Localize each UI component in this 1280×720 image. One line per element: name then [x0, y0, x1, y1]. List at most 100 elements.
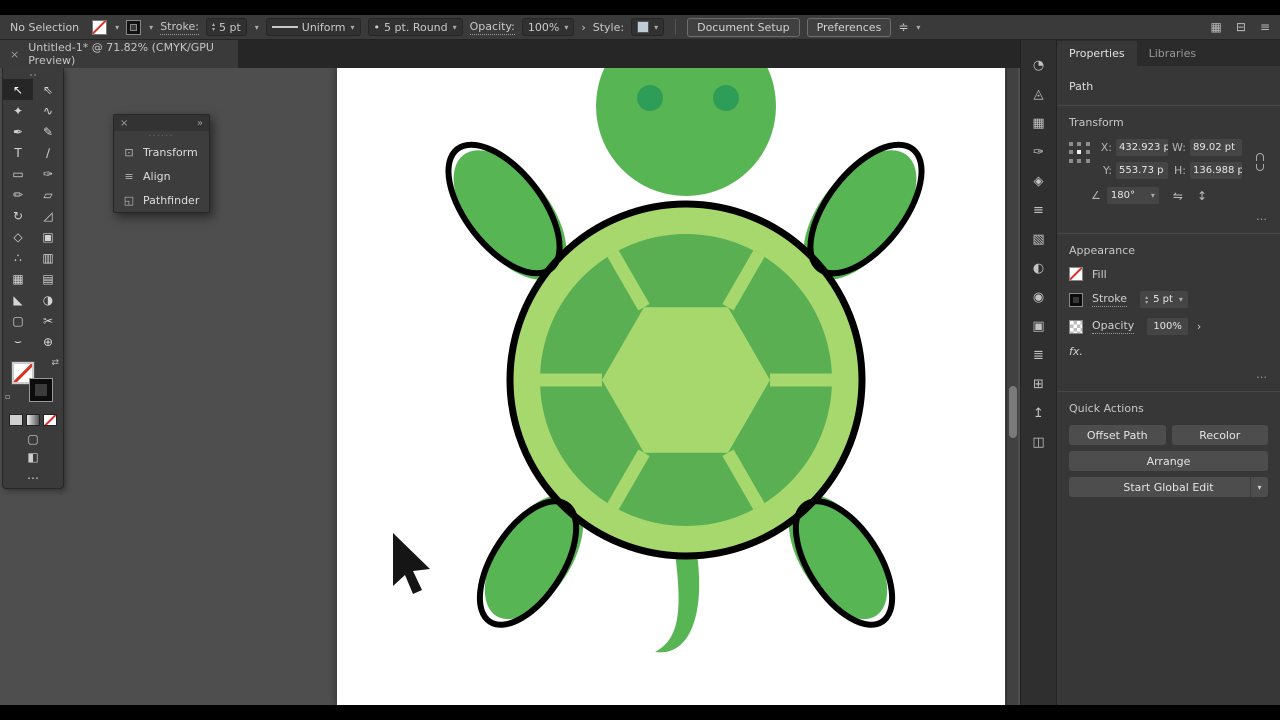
gradient-tool[interactable]: ▤	[33, 268, 63, 289]
recolor-button[interactable]: Recolor	[1171, 425, 1268, 445]
curvature-tool[interactable]: ✎	[33, 121, 63, 142]
workspace-menu-icon[interactable]: ≡	[1260, 20, 1270, 34]
flip-vertical-icon[interactable]: ↕	[1197, 189, 1207, 203]
gradient-panel-icon[interactable]: ▧	[1028, 230, 1050, 248]
panel-item-pathfinder[interactable]: ◱ Pathfinder	[114, 188, 209, 212]
turtle-artwork[interactable]	[337, 68, 1005, 705]
appearance-more-options-icon[interactable]: …	[1069, 368, 1268, 381]
opacity-label[interactable]: Opacity:	[469, 20, 515, 35]
swap-fill-stroke-icon[interactable]: ⇄	[51, 358, 59, 368]
layers-panel-icon[interactable]: ≣	[1028, 346, 1050, 364]
magic-wand-tool[interactable]: ✦	[3, 100, 33, 121]
opacity-select[interactable]: 100%	[1147, 318, 1188, 335]
symbols-panel-icon[interactable]: ◈	[1028, 172, 1050, 190]
graphic-styles-panel-icon[interactable]: ▣	[1028, 317, 1050, 335]
asset-export-panel-icon[interactable]: ↥	[1028, 404, 1050, 422]
screen-mode-icon[interactable]: ◧	[3, 448, 63, 466]
offset-path-button[interactable]: Offset Path	[1069, 425, 1166, 445]
chevron-down-icon[interactable]: ▾	[916, 23, 920, 32]
direct-selection-tool[interactable]: ⇖	[33, 79, 63, 100]
panel-item-align[interactable]: ≡ Align	[114, 164, 209, 188]
reference-point-locator[interactable]	[1069, 142, 1091, 164]
draw-mode-icon[interactable]: ▢	[3, 430, 63, 448]
close-icon[interactable]: ×	[10, 48, 19, 61]
opacity-more-icon[interactable]: ›	[1197, 320, 1201, 333]
eyedropper-tool[interactable]: ◣	[3, 289, 33, 310]
symbol-sprayer-tool[interactable]: ∴	[3, 247, 33, 268]
opacity-link[interactable]: Opacity	[1092, 319, 1135, 334]
panel-item-transform[interactable]: ⊡ Transform	[114, 140, 209, 164]
grid-view-icon[interactable]: ▦	[1211, 20, 1222, 34]
rotate-tool[interactable]: ↻	[3, 205, 33, 226]
color-guide-panel-icon[interactable]: ◬	[1028, 85, 1050, 103]
document-tab[interactable]: × Untitled-1* @ 71.82% (CMYK/GPU Preview…	[0, 40, 238, 68]
y-input[interactable]: 553.73 p	[1116, 162, 1168, 179]
arrange-button[interactable]: Arrange	[1069, 451, 1268, 471]
graph-tool[interactable]: ▥	[33, 247, 63, 268]
preferences-button[interactable]: Preferences	[806, 17, 892, 37]
h-input[interactable]: 136.988 p	[1190, 162, 1242, 179]
gradient-button[interactable]	[26, 414, 40, 426]
transparency-panel-icon[interactable]: ◐	[1028, 259, 1050, 277]
stepper-arrows-icon[interactable]: ▴ ▾	[212, 22, 215, 33]
stroke-label[interactable]: Stroke:	[160, 20, 199, 35]
color-button[interactable]	[9, 414, 23, 426]
stroke-width-stepper[interactable]: ▴ ▾ 5 pt	[205, 18, 247, 36]
style-select[interactable]: ▾	[631, 18, 665, 36]
opacity-more-icon[interactable]: ›	[581, 21, 585, 34]
color-panel-icon[interactable]: ◔	[1028, 56, 1050, 74]
panel-drag-dots[interactable]: ······	[114, 131, 209, 140]
stroke-link[interactable]: Stroke	[1092, 292, 1128, 307]
default-fill-stroke-icon[interactable]: ▫	[5, 392, 10, 401]
mesh-tool[interactable]: ▦	[3, 268, 33, 289]
pencil-tool[interactable]: ✏	[3, 184, 33, 205]
scrollbar-thumb[interactable]	[1009, 386, 1017, 438]
free-transform-tool[interactable]: ▣	[33, 226, 63, 247]
constrain-proportions-icon[interactable]	[1256, 153, 1264, 171]
shaper-tool[interactable]: ▱	[33, 184, 63, 205]
brush-definition-select[interactable]: • 5 pt. Round ▾	[367, 18, 463, 36]
chevron-down-icon[interactable]: ▾	[149, 23, 153, 32]
stroke-indicator[interactable]	[30, 379, 52, 401]
align-options-icon[interactable]: ≑	[898, 20, 908, 34]
appearance-fill-swatch[interactable]	[1069, 267, 1083, 281]
expand-panel-icon[interactable]: »	[197, 118, 203, 129]
lasso-tool[interactable]: ∿	[33, 100, 63, 121]
blend-tool[interactable]: ◑	[33, 289, 63, 310]
w-input[interactable]: 89.02 pt	[1190, 139, 1242, 156]
brushes-panel-icon[interactable]: ✑	[1028, 143, 1050, 161]
line-segment-tool[interactable]: ∕	[33, 142, 63, 163]
stroke-panel-icon[interactable]: ≡	[1028, 201, 1050, 219]
edit-toolbar-icon[interactable]: …	[3, 466, 63, 484]
pen-tool[interactable]: ✒	[3, 121, 33, 142]
toolbar-drag-handle[interactable]	[3, 71, 63, 79]
stepper-arrows-icon[interactable]: ▴ ▾	[1145, 294, 1148, 305]
chevron-down-icon[interactable]: ▾	[115, 23, 119, 32]
vertical-scrollbar[interactable]	[1006, 68, 1018, 705]
fill-swatch[interactable]	[92, 19, 108, 35]
arrange-documents-icon[interactable]: ⊟	[1236, 20, 1246, 34]
stroke-width-stepper[interactable]: ▴ ▾ 5 pt ▾	[1140, 291, 1188, 308]
turtle-head[interactable]	[596, 68, 776, 196]
width-profile-select[interactable]: Uniform ▾	[265, 18, 361, 36]
chevron-down-icon[interactable]: ▾	[255, 23, 259, 32]
artboards-panel-icon[interactable]: ⊞	[1028, 375, 1050, 393]
none-button[interactable]	[43, 414, 57, 426]
selection-tool[interactable]: ↖	[3, 79, 33, 100]
opacity-select[interactable]: 100% ▾	[521, 18, 575, 36]
artboard-tool[interactable]: ▢	[3, 310, 33, 331]
slice-tool[interactable]: ✂	[33, 310, 63, 331]
transform-more-options-icon[interactable]: …	[1069, 210, 1268, 223]
hand-tool[interactable]: ⌣	[3, 331, 33, 352]
tab-libraries[interactable]: Libraries	[1137, 41, 1209, 66]
flip-horizontal-icon[interactable]: ⇋	[1173, 189, 1183, 203]
start-global-edit-button[interactable]: Start Global Edit ▾	[1069, 477, 1268, 497]
width-tool[interactable]: ◇	[3, 226, 33, 247]
close-icon[interactable]: ×	[120, 118, 128, 129]
swatches-panel-icon[interactable]: ▦	[1028, 114, 1050, 132]
tab-properties[interactable]: Properties	[1057, 41, 1137, 66]
rotation-select[interactable]: 180° ▾	[1106, 187, 1159, 204]
zoom-tool[interactable]: ⊕	[33, 331, 63, 352]
chevron-down-icon[interactable]: ▾	[1250, 477, 1268, 497]
rectangle-tool[interactable]: ▭	[3, 163, 33, 184]
